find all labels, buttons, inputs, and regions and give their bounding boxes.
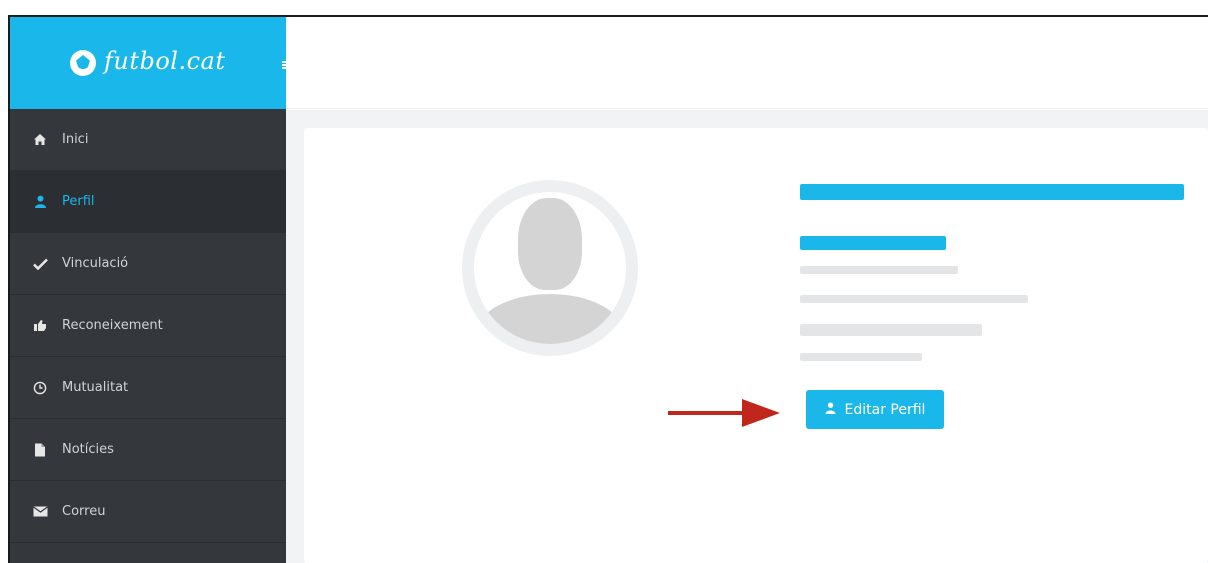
edit-profile-label: Editar Perfil bbox=[844, 401, 926, 418]
sidebar-item-label: Vinculació bbox=[62, 256, 129, 271]
user-icon bbox=[825, 402, 836, 417]
brand-header[interactable]: futbol.cat bbox=[10, 17, 286, 109]
profile-card: Editar Perfil bbox=[304, 128, 1208, 563]
sidebar-item-label: Reconeixement bbox=[62, 318, 163, 333]
edit-profile-button[interactable]: Editar Perfil bbox=[806, 390, 944, 429]
sidebar-item-label: Mutualitat bbox=[62, 380, 129, 395]
profile-detail-line bbox=[800, 266, 958, 274]
sidebar-item-noticies[interactable]: Notícies bbox=[10, 419, 286, 481]
redacted-name bbox=[800, 184, 1184, 200]
check-icon bbox=[32, 256, 48, 272]
avatar-body-shape bbox=[476, 294, 624, 344]
top-bar bbox=[286, 17, 1208, 109]
sidebar: Inici Perfil Vinculació Reconeixement Mu… bbox=[10, 109, 286, 563]
annotation-arrow-icon bbox=[668, 399, 780, 427]
logo-icon bbox=[70, 50, 96, 76]
sidebar-item-perfil[interactable]: Perfil bbox=[10, 171, 286, 233]
sidebar-item-label: Perfil bbox=[62, 194, 95, 209]
user-icon bbox=[32, 194, 48, 210]
sidebar-item-correu[interactable]: Correu bbox=[10, 481, 286, 543]
sidebar-item-label: Notícies bbox=[62, 442, 114, 457]
sidebar-item-reconeixement[interactable]: Reconeixement bbox=[10, 295, 286, 357]
sidebar-item-label: Correu bbox=[62, 504, 106, 519]
profile-avatar bbox=[462, 180, 638, 356]
clock-icon bbox=[32, 380, 48, 396]
profile-detail-line bbox=[800, 295, 1028, 303]
avatar-head-shape bbox=[518, 198, 582, 290]
sidebar-item-vinculacio[interactable]: Vinculació bbox=[10, 233, 286, 295]
sidebar-item-inici[interactable]: Inici bbox=[10, 109, 286, 171]
envelope-icon bbox=[32, 504, 48, 520]
profile-detail-line bbox=[800, 324, 982, 336]
document-icon bbox=[32, 442, 48, 458]
profile-detail-line bbox=[800, 353, 922, 361]
redacted-id bbox=[800, 236, 946, 250]
logo-text: futbol.cat bbox=[104, 47, 226, 75]
thumbs-up-icon bbox=[32, 318, 48, 334]
app-window: futbol.cat Inici Perfil Vinculació Recon… bbox=[8, 15, 1208, 563]
sidebar-item-mutualitat[interactable]: Mutualitat bbox=[10, 357, 286, 419]
sidebar-item-label: Inici bbox=[62, 132, 89, 147]
home-icon bbox=[32, 132, 48, 148]
